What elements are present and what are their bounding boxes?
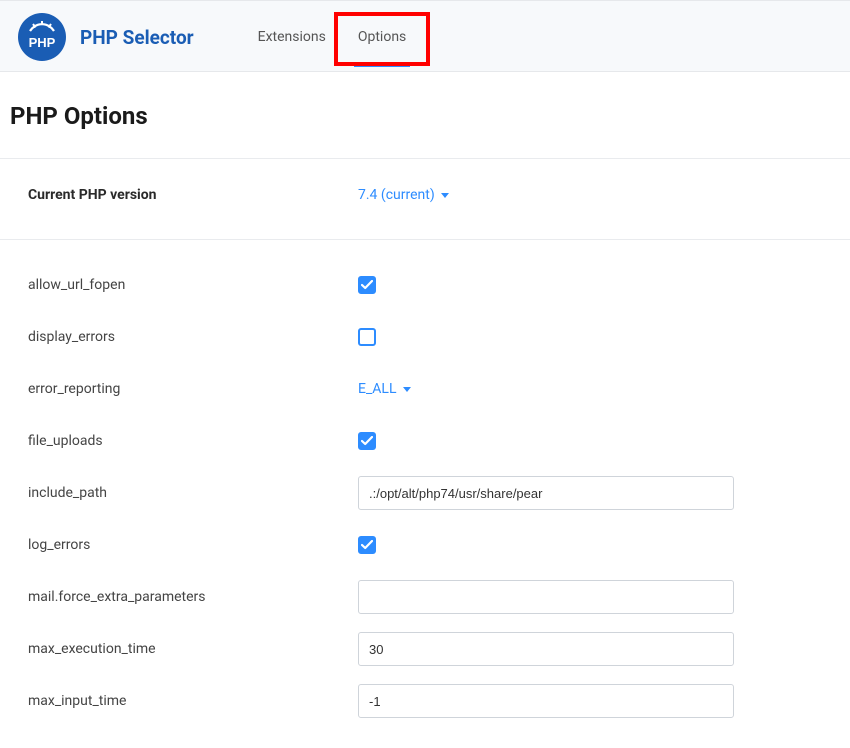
options-list: allow_url_fopen display_errors error_repor…: [8, 240, 842, 726]
caret-down-icon: [441, 193, 449, 198]
option-label: error_reporting: [28, 381, 358, 397]
option-label: mail.force_extra_parameters: [28, 589, 358, 605]
tabs: Extensions Options: [242, 19, 423, 55]
checkbox-log_errors[interactable]: [358, 536, 376, 554]
header-bar: PHP PHP Selector Extensions Options: [0, 0, 850, 72]
option-row-error_reporting: error_reportingE_ALL: [28, 364, 822, 414]
option-row-mail_force_extra_parameters: mail.force_extra_parameters: [28, 572, 822, 622]
logo-wrap: PHP PHP Selector: [18, 13, 194, 61]
app-title: PHP Selector: [80, 26, 194, 49]
option-label: max_execution_time: [28, 641, 358, 657]
page-body: PHP Options Current PHP version 7.4 (cur…: [0, 72, 850, 748]
option-row-max_execution_time: max_execution_time: [28, 624, 822, 674]
caret-down-icon: [403, 387, 411, 392]
option-row-log_errors: log_errors: [28, 520, 822, 570]
option-row-include_path: include_path: [28, 468, 822, 518]
input-include_path[interactable]: [358, 476, 734, 510]
option-row-max_input_time: max_input_time: [28, 676, 822, 726]
version-row: Current PHP version 7.4 (current): [8, 159, 842, 239]
checkbox-allow_url_fopen[interactable]: [358, 276, 376, 294]
php-logo-icon: PHP: [18, 13, 66, 61]
option-row-file_uploads: file_uploads: [28, 416, 822, 466]
input-mail_force_extra_parameters[interactable]: [358, 580, 734, 614]
option-label: allow_url_fopen: [28, 277, 358, 293]
tab-options[interactable]: Options: [342, 19, 422, 55]
version-label: Current PHP version: [28, 187, 358, 203]
input-max_input_time[interactable]: [358, 684, 734, 718]
tab-extensions[interactable]: Extensions: [242, 19, 342, 55]
checkbox-display_errors[interactable]: [358, 328, 376, 346]
option-label: file_uploads: [28, 433, 358, 449]
option-label: include_path: [28, 485, 358, 501]
option-row-display_errors: display_errors: [28, 312, 822, 362]
input-max_execution_time[interactable]: [358, 632, 734, 666]
version-value: 7.4 (current): [358, 187, 435, 203]
version-dropdown[interactable]: 7.4 (current): [358, 187, 449, 203]
svg-text:PHP: PHP: [29, 35, 56, 50]
option-label: log_errors: [28, 537, 358, 553]
checkbox-file_uploads[interactable]: [358, 432, 376, 450]
dropdown-error_reporting[interactable]: E_ALL: [358, 381, 411, 397]
option-row-allow_url_fopen: allow_url_fopen: [28, 260, 822, 310]
option-label: max_input_time: [28, 693, 358, 709]
option-label: display_errors: [28, 329, 358, 345]
dropdown-value: E_ALL: [358, 381, 397, 397]
page-title: PHP Options: [8, 102, 842, 130]
